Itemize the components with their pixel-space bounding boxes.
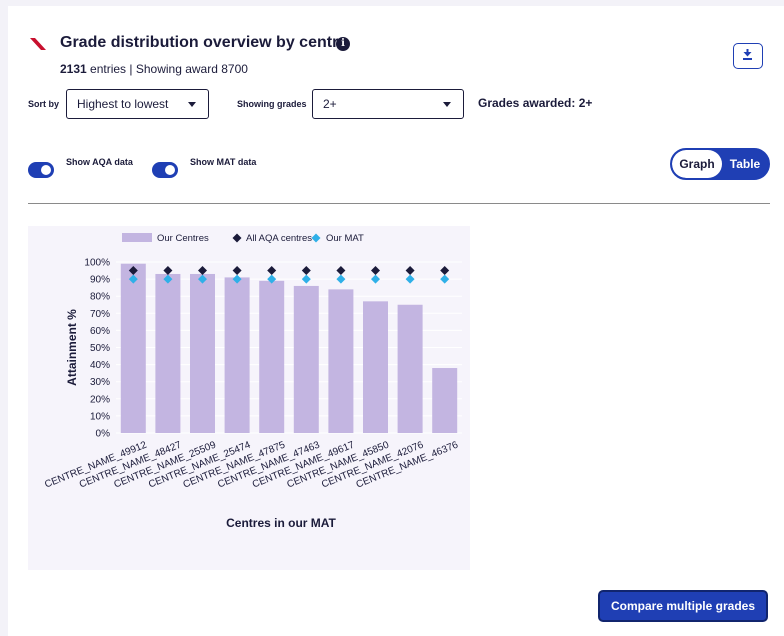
legend-swatch-aqa — [232, 233, 242, 243]
y-tick-label: 20% — [90, 394, 110, 405]
attainment-chart: 0%10%20%30%40%50%60%70%80%90%100%CENTRE_… — [43, 233, 462, 530]
divider — [28, 203, 770, 204]
sort-by-select[interactable]: Highest to lowest — [66, 89, 209, 119]
mat-marker — [371, 274, 380, 284]
y-tick-label: 100% — [84, 258, 110, 269]
mat-marker — [405, 274, 415, 284]
chevron-down-icon — [443, 102, 451, 107]
showing-grades-label: Showing grades — [237, 99, 307, 109]
show-mat-toggle[interactable] — [152, 162, 178, 178]
chevron-down-icon — [188, 102, 196, 107]
sort-by-label: Sort by — [28, 99, 60, 109]
bar — [363, 301, 388, 433]
show-aqa-toggle[interactable] — [28, 162, 54, 178]
mat-marker — [336, 274, 346, 284]
y-tick-label: 40% — [90, 360, 110, 371]
aqa-marker — [371, 266, 380, 276]
bar — [397, 304, 423, 433]
grades-awarded-text: Grades awarded: 2+ — [478, 96, 593, 110]
legend-our-centres: Our Centres — [157, 233, 209, 244]
bar — [190, 273, 215, 433]
page-title: Grade distribution overview by centre — [60, 34, 348, 51]
entries-count: 2131 — [60, 62, 87, 76]
bar — [259, 280, 285, 433]
y-tick-label: 50% — [90, 343, 110, 354]
aqa-marker — [163, 266, 173, 276]
aqa-marker — [405, 266, 415, 276]
bar — [432, 368, 458, 433]
view-toggle: Graph Table — [670, 148, 770, 180]
aqa-marker — [336, 266, 346, 276]
y-tick-label: 90% — [90, 275, 110, 286]
y-tick-label: 80% — [90, 292, 110, 303]
legend-aqa: All AQA centres — [246, 233, 312, 244]
aqa-marker — [267, 266, 277, 276]
download-button[interactable] — [733, 43, 763, 69]
y-tick-label: 10% — [90, 411, 110, 422]
entries-summary: 2131 entries | Showing award 8700 — [60, 62, 248, 76]
info-icon[interactable]: i — [336, 37, 350, 51]
y-tick-label: 30% — [90, 377, 110, 388]
legend-swatch-mat — [311, 233, 321, 243]
y-axis-label: Attainment % — [65, 309, 79, 386]
chart-panel: 0% 10% 20% 30% 40% 50% 60% 70% 80% 90% 100% CENTRE_… — [28, 226, 470, 570]
legend-mat: Our MAT — [326, 233, 364, 244]
mat-marker — [301, 274, 311, 284]
grades-value: 2+ — [323, 97, 337, 111]
x-axis-label: Centres in our MAT — [226, 516, 336, 530]
legend-swatch-our-centres — [122, 233, 152, 242]
bar — [224, 277, 250, 433]
aqa-marker — [232, 266, 242, 276]
bar — [293, 285, 319, 433]
aqa-marker — [198, 266, 207, 276]
show-aqa-label: Show AQA data — [66, 157, 133, 167]
mat-marker — [440, 274, 450, 284]
entries-suffix: entries | Showing award 8700 — [86, 62, 248, 76]
y-tick-label: 60% — [90, 326, 110, 337]
grades-select[interactable]: 2+ — [312, 89, 464, 119]
tab-graph[interactable]: Graph — [672, 150, 722, 178]
compare-multiple-grades-button[interactable]: Compare multiple grades — [598, 590, 768, 622]
bar — [120, 263, 146, 433]
brand-logo-icon — [30, 38, 46, 50]
y-tick-label: 70% — [90, 309, 110, 320]
y-tick-label: 0% — [96, 429, 111, 440]
bar — [155, 273, 181, 433]
aqa-marker — [301, 266, 311, 276]
show-mat-label: Show MAT data — [190, 157, 257, 167]
download-icon — [743, 49, 752, 60]
tab-table[interactable]: Table — [722, 150, 768, 178]
bar — [328, 289, 354, 433]
sort-by-value: Highest to lowest — [77, 97, 169, 111]
aqa-marker — [440, 266, 450, 276]
